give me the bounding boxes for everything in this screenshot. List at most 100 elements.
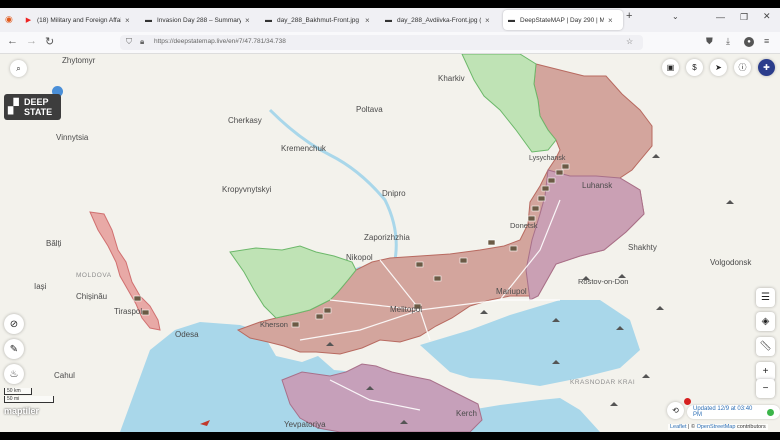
region-label: KRASNODAR KRAI bbox=[570, 379, 636, 386]
uk-flag-icon: ✚ bbox=[763, 63, 770, 72]
deepstate-icon: ▬ bbox=[508, 16, 515, 24]
city-label: Iași bbox=[34, 282, 47, 291]
close-icon[interactable]: × bbox=[365, 16, 370, 25]
notification-dot bbox=[684, 398, 691, 405]
menu-icon[interactable]: ≡ bbox=[764, 36, 769, 46]
city-label: Mariupol bbox=[496, 287, 527, 296]
donate-button[interactable]: $ bbox=[686, 59, 703, 76]
city-label: Luhansk bbox=[582, 181, 613, 190]
scale-mi: 50 mi bbox=[4, 396, 54, 403]
info-button[interactable]: ⓘ bbox=[734, 59, 751, 76]
tab-militaryland[interactable]: ▬ Invasion Day 288 – Summary | MilitaryL… bbox=[144, 10, 262, 30]
navigation-bar: ← → ↻ ⛉ 🔒︎ https://deepstatemap.live/en#… bbox=[0, 32, 780, 54]
updated-text: Updated 12/9 at 03:40 PM bbox=[693, 406, 753, 418]
fires-button[interactable]: ♨ bbox=[4, 364, 24, 384]
city-label: Rostov-on-Don bbox=[578, 277, 629, 286]
bookmark-star-icon[interactable]: ☆ bbox=[626, 37, 633, 46]
youtube-icon: ▶ bbox=[25, 17, 32, 24]
firefox-view-icon[interactable]: ◉ bbox=[5, 14, 13, 25]
close-icon[interactable]: × bbox=[245, 16, 250, 25]
close-window-button[interactable]: ✕ bbox=[763, 11, 771, 22]
city-label: Donetsk bbox=[510, 221, 538, 230]
pocket-icon[interactable]: ⛊ bbox=[706, 36, 713, 47]
downloads-icon[interactable]: ⤓ bbox=[726, 36, 730, 47]
tab-youtube[interactable]: ▶ (18) Military and Foreign Affairs Netw… bbox=[24, 10, 142, 30]
city-label: Lysychansk bbox=[529, 155, 566, 162]
city-label: Volgodonsk bbox=[710, 258, 752, 267]
osm-link[interactable]: OpenStreetMap bbox=[697, 424, 736, 430]
search-icon: ⌕ bbox=[16, 63, 21, 73]
logo-text: DEEP bbox=[24, 97, 49, 107]
ruler-icon: 📏︎ bbox=[759, 341, 772, 352]
status-dot bbox=[767, 408, 774, 416]
city-label: Zhytomyr bbox=[62, 56, 96, 65]
layers-button[interactable]: ◈ bbox=[756, 312, 775, 331]
city-label: Nikopol bbox=[346, 253, 373, 262]
leaflet-link[interactable]: Leaflet bbox=[670, 424, 687, 430]
maptiler-logo[interactable]: maptiler bbox=[4, 406, 39, 416]
info-icon: ⓘ bbox=[738, 63, 747, 72]
filters-button[interactable]: ☰ bbox=[756, 288, 775, 307]
money-icon: $ bbox=[692, 63, 697, 72]
city-label: Dnipro bbox=[382, 189, 406, 198]
close-icon[interactable]: × bbox=[485, 16, 490, 25]
search-button[interactable]: ⌕ bbox=[10, 60, 27, 77]
city-label: Kremenchuk bbox=[281, 144, 326, 153]
city-label: Bălți bbox=[46, 239, 62, 248]
pencil-icon: ✎ bbox=[9, 343, 19, 355]
tank-icon: ▬ bbox=[145, 16, 152, 24]
tab-avdiivka[interactable]: ▬ day_288_Avdiivka-Front.jpg (JPEG Image… bbox=[384, 10, 502, 30]
map-canvas[interactable]: Zhytomyr Kharkiv Poltava Cherkasy Vinnyt… bbox=[0, 54, 780, 432]
tab-deepstate[interactable]: ▬ DeepStateMAP | Day 290 | Map of the wa… bbox=[503, 10, 623, 30]
zoom-out-button[interactable]: − bbox=[756, 379, 775, 398]
city-label: Kherson bbox=[260, 320, 288, 329]
tab-label: day_288_Avdiivka-Front.jpg (JPEG Image bbox=[397, 16, 481, 24]
back-arrow-icon[interactable]: ← bbox=[7, 35, 18, 47]
tools-button[interactable]: ⊘ bbox=[4, 314, 24, 334]
city-label: Tiraspol bbox=[114, 307, 143, 316]
close-icon[interactable]: × bbox=[608, 16, 613, 25]
city-label: Cherkasy bbox=[228, 116, 262, 125]
draw-button[interactable]: ✎ bbox=[4, 339, 24, 359]
toolbox-icon: ▣ bbox=[666, 63, 675, 72]
account-avatar[interactable]: ● bbox=[744, 37, 754, 47]
city-label: Cahul bbox=[54, 371, 75, 380]
tab-label: (18) Military and Foreign Affairs Networ… bbox=[37, 16, 121, 24]
plus-icon: + bbox=[762, 366, 769, 377]
sliders-icon: ☰ bbox=[761, 292, 770, 303]
fire-icon: ♨ bbox=[9, 368, 19, 380]
telegram-button[interactable]: ➤ bbox=[710, 59, 727, 76]
updated-badge: Updated 12/9 at 03:40 PM bbox=[687, 405, 780, 419]
url-text[interactable]: https://deepstatemap.live/en#7/47.781/34… bbox=[154, 38, 286, 45]
tab-bakhmut[interactable]: ▬ day_288_Bakhmut-Front.jpg (JPEG Image … bbox=[264, 10, 382, 30]
minus-icon: − bbox=[762, 383, 769, 394]
country-label: MOLDOVA bbox=[76, 272, 112, 279]
tank-icon: ▬ bbox=[265, 16, 272, 24]
map-graphics bbox=[89, 54, 734, 432]
city-label: Yevpatoriya bbox=[284, 420, 326, 429]
ruler-button[interactable]: 📏︎ bbox=[756, 337, 775, 356]
minimize-button[interactable]: — bbox=[716, 12, 725, 22]
deepstate-logo[interactable]: ▞ DEEP STATE bbox=[4, 94, 61, 120]
attribution-suffix: contributors bbox=[736, 424, 766, 430]
toolbox-button[interactable]: ▣ bbox=[662, 59, 679, 76]
city-label: Kharkiv bbox=[438, 74, 465, 83]
new-tab-button[interactable]: + bbox=[626, 10, 632, 22]
history-button[interactable]: ⟲ bbox=[667, 402, 684, 419]
scale-km: 50 km bbox=[4, 388, 32, 395]
language-button[interactable]: ✚ bbox=[758, 59, 775, 76]
bottom-border bbox=[0, 432, 780, 440]
reload-icon[interactable]: ↻ bbox=[45, 35, 54, 48]
tank-icon: ▬ bbox=[385, 16, 392, 24]
restore-button[interactable]: ❐ bbox=[740, 12, 748, 23]
history-icon: ⟲ bbox=[672, 406, 679, 415]
list-tabs-chevron-icon[interactable]: ⌄ bbox=[672, 12, 679, 21]
close-icon[interactable]: × bbox=[125, 16, 130, 25]
address-bar[interactable]: ⛉ 🔒︎ https://deepstatemap.live/en#7/47.7… bbox=[120, 35, 643, 50]
city-label: Kerch bbox=[456, 409, 477, 418]
tab-strip: ◉ ▶ (18) Military and Foreign Affairs Ne… bbox=[0, 8, 780, 32]
tab-label: day_288_Bakhmut-Front.jpg (JPEG Image bbox=[277, 16, 361, 24]
forward-arrow-icon[interactable]: → bbox=[26, 35, 37, 47]
shield-icon[interactable]: ⛉ bbox=[126, 37, 132, 47]
lock-icon[interactable]: 🔒︎ bbox=[140, 37, 144, 47]
